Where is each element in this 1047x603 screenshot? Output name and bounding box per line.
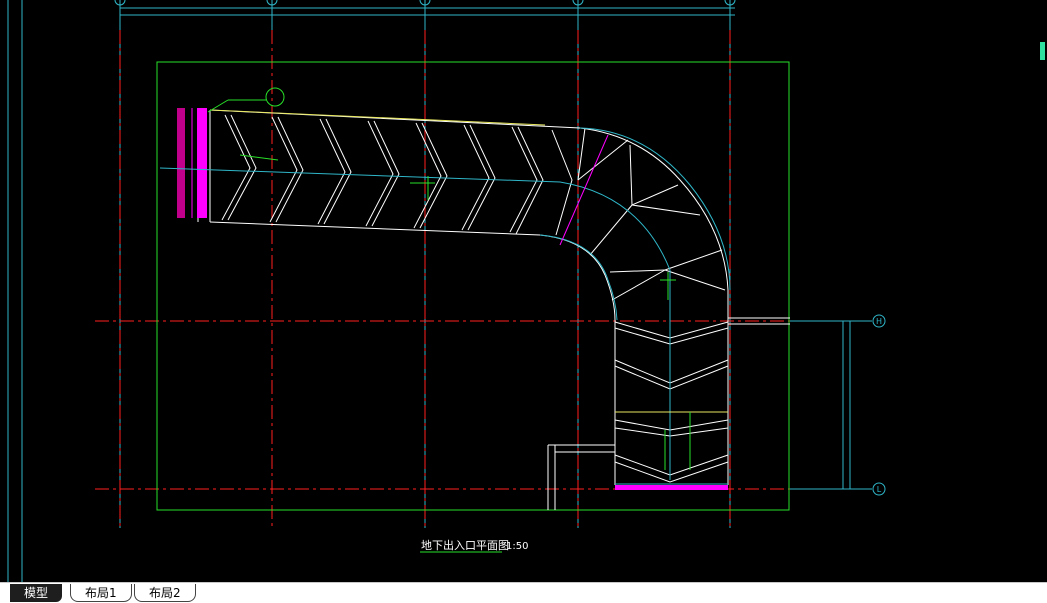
bottom-threshold (615, 485, 728, 490)
scroll-indicator[interactable] (1040, 42, 1045, 60)
axis-label-l: L (877, 485, 882, 494)
layout-tab-bar: 模型 布局1 布局2 (0, 582, 1047, 603)
entrance-wall (177, 108, 207, 218)
tab-layout2[interactable]: 布局2 (134, 584, 196, 602)
drawing-title: 地下出入口平面图 (421, 538, 509, 552)
axis-label-h: H (876, 317, 882, 326)
tab-layout1[interactable]: 布局1 (70, 584, 132, 602)
cad-drawing-canvas[interactable]: H L 地下出入口平面图 1:50 (0, 0, 1047, 582)
drawing-scale: 1:50 (506, 541, 528, 552)
tab-model[interactable]: 模型 (10, 584, 63, 602)
